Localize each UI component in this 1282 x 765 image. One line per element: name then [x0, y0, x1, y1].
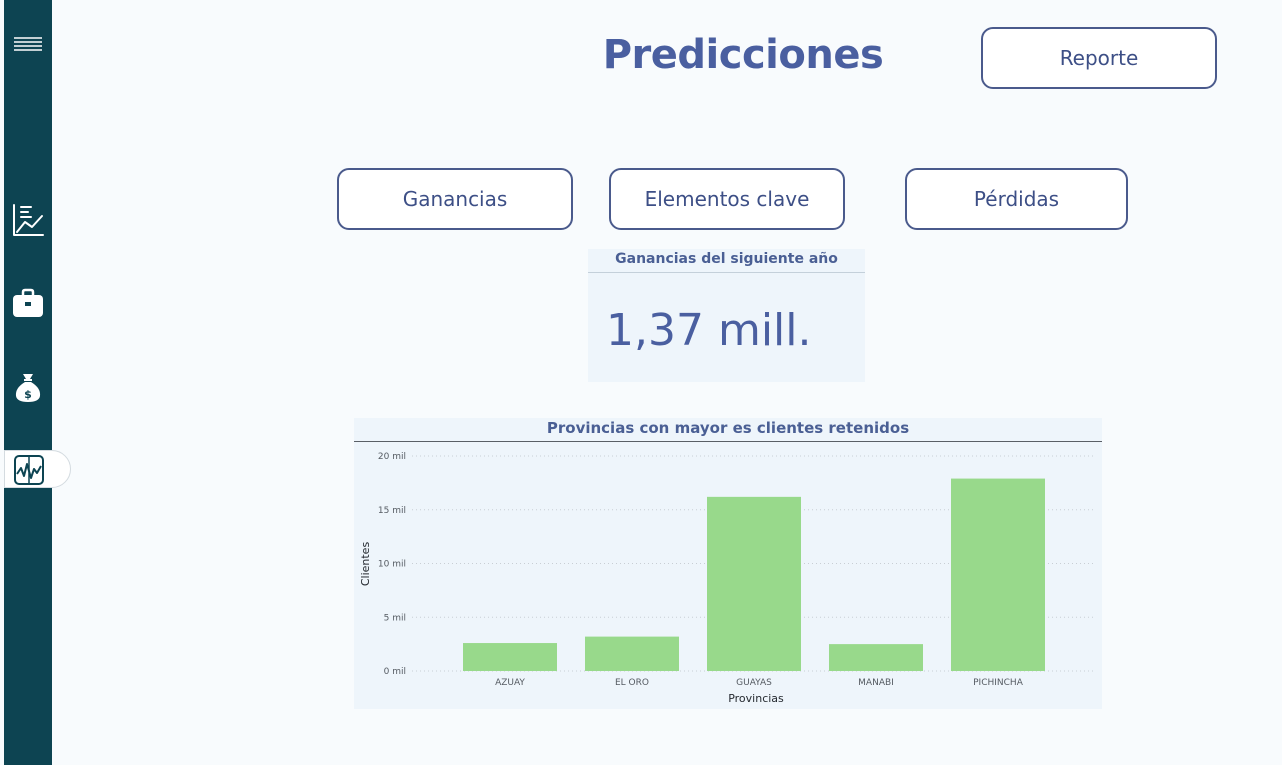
- bar: [951, 478, 1045, 671]
- x-tick-label: GUAYAS: [736, 678, 772, 688]
- line-chart-icon[interactable]: [4, 200, 52, 240]
- x-axis-label: Provincias: [728, 692, 784, 705]
- x-tick-label: EL ORO: [615, 678, 649, 688]
- kpi-card-title: Ganancias del siguiente año: [588, 249, 865, 273]
- page-title: Predicciones: [602, 32, 884, 78]
- svg-text:$: $: [24, 388, 32, 401]
- briefcase-icon[interactable]: [4, 283, 52, 323]
- y-tick-label: 10 mil: [378, 560, 406, 570]
- y-tick-label: 15 mil: [378, 506, 406, 516]
- elementos-clave-button[interactable]: Elementos clave: [609, 168, 845, 230]
- x-tick-label: AZUAY: [495, 678, 525, 688]
- bar-chart: 0 mil 5 mil 10 mil 15 mil 20 mil AZUAY EL ORO G…: [359, 452, 1096, 705]
- y-axis-label: Clientes: [359, 542, 372, 587]
- ganancias-button[interactable]: Ganancias: [337, 168, 573, 230]
- bar: [463, 643, 557, 671]
- hamburger-menu-icon[interactable]: [4, 24, 52, 64]
- bar-chart-panel: Provincias con mayor es clientes retenid…: [354, 418, 1102, 709]
- pulse-chart-icon: [13, 455, 45, 485]
- bar: [707, 496, 801, 671]
- active-nav-tab[interactable]: [4, 450, 71, 488]
- y-tick-label: 0 mil: [384, 667, 406, 677]
- money-bag-icon[interactable]: $: [4, 367, 52, 407]
- x-tick-label: MANABI: [858, 678, 894, 688]
- sidebar: $: [4, 0, 52, 765]
- bar: [585, 636, 679, 671]
- kpi-card: Ganancias del siguiente año 1,37 mill.: [588, 249, 865, 382]
- perdidas-button[interactable]: Pérdidas: [905, 168, 1128, 230]
- bar: [829, 644, 923, 671]
- kpi-card-value: 1,37 mill.: [606, 305, 812, 356]
- y-tick-label: 20 mil: [378, 452, 406, 462]
- y-tick-label: 5 mil: [384, 613, 406, 623]
- x-tick-label: PICHINCHA: [973, 678, 1024, 688]
- report-button[interactable]: Reporte: [981, 27, 1217, 89]
